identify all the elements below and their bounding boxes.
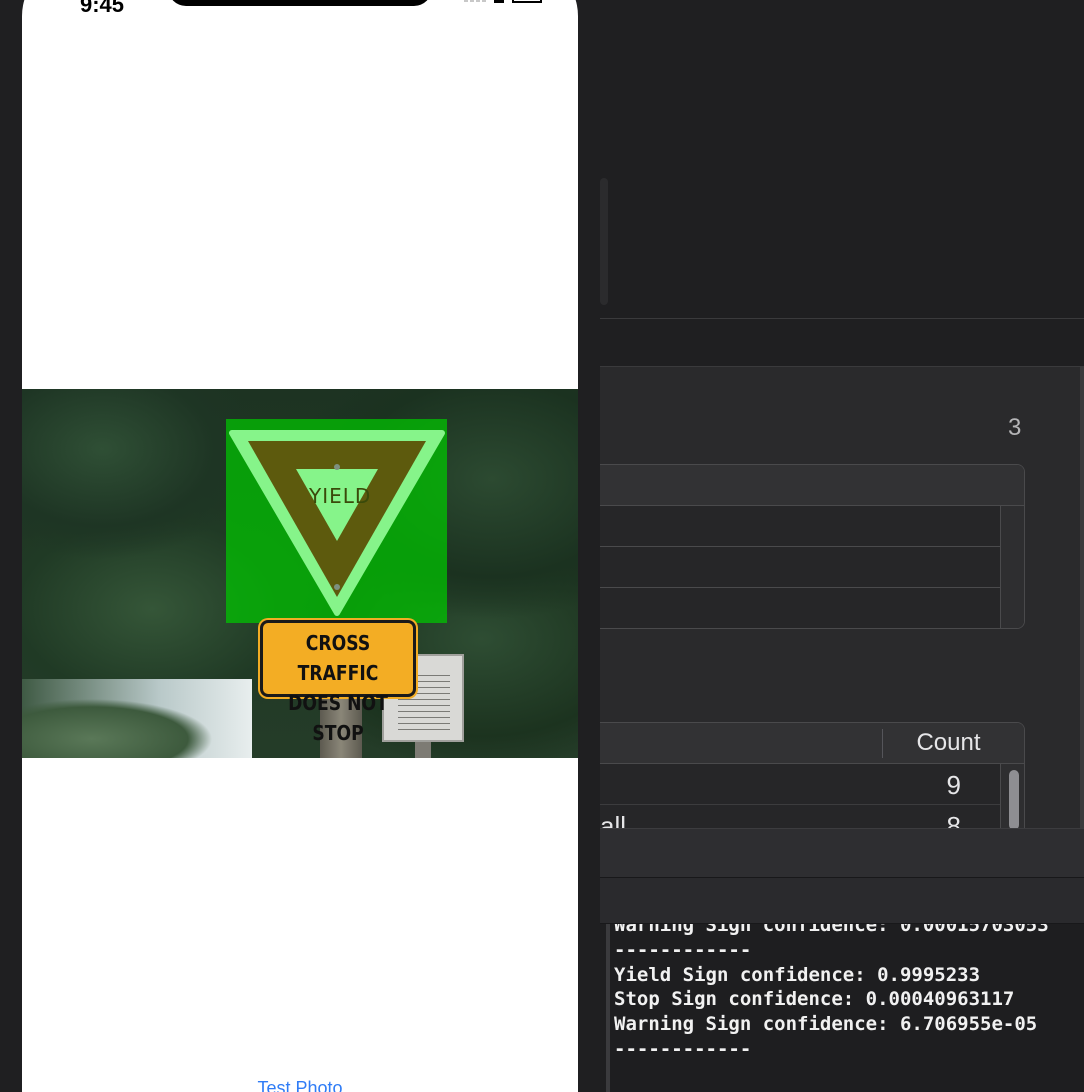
console-line: ------------ <box>614 938 752 961</box>
console-output: Warning Sign confidence: 0.00015703053 -… <box>614 924 1049 1062</box>
plate-line-2: DOES NOT STOP <box>288 691 388 745</box>
count-column-header[interactable]: Count <box>896 729 1001 757</box>
label-count-table: Count 9 all 8 <box>600 722 1025 842</box>
debug-filter-bar <box>600 878 1084 924</box>
plate-line-1: CROSS TRAFFIC <box>297 631 379 685</box>
table-header <box>600 465 1024 506</box>
vertical-scrollbar[interactable] <box>1000 506 1024 628</box>
scrollbar-thumb[interactable] <box>1009 770 1019 830</box>
divider <box>600 318 1084 319</box>
debug-toolbar <box>600 828 1084 878</box>
console-line: Warning Sign confidence: 6.706955e-05 <box>614 1013 1038 1036</box>
battery-icon <box>512 0 542 3</box>
console-line: Yield Sign confidence: 0.9995233 <box>614 963 981 986</box>
cross-traffic-plate: CROSS TRAFFIC DOES NOT STOP <box>260 620 416 745</box>
screen: 9:45 YIELD CROSS TRAFFIC DOES NOT STOP T… <box>0 0 1084 1092</box>
console-gutter <box>606 924 610 1092</box>
table-row[interactable]: 9 <box>600 764 1024 805</box>
status-icons <box>464 0 542 3</box>
console-line: ------------ <box>614 1037 752 1060</box>
status-time: 9:45 <box>80 0 125 17</box>
simulator-phone: 9:45 YIELD CROSS TRAFFIC DOES NOT STOP T… <box>22 0 578 1092</box>
classes-table <box>600 464 1025 629</box>
split-view-handle[interactable] <box>600 178 608 305</box>
background-sign-post <box>415 742 431 758</box>
table-row[interactable] <box>600 506 1000 547</box>
yield-sign-icon <box>229 430 445 616</box>
class-count-value: 3 <box>1008 414 1022 441</box>
wifi-icon <box>494 0 504 3</box>
analyzed-photo: YIELD CROSS TRAFFIC DOES NOT STOP <box>22 389 578 758</box>
yield-sign-label: YIELD <box>309 484 372 508</box>
bushes <box>22 699 222 758</box>
test-photo-button[interactable]: Test Photo <box>22 1078 578 1092</box>
table-row[interactable] <box>600 547 1000 588</box>
column-divider[interactable] <box>882 729 883 758</box>
notch <box>168 0 432 6</box>
row-count: 9 <box>946 770 961 800</box>
debug-console[interactable]: Warning Sign confidence: 0.00015703053 -… <box>600 924 1084 1092</box>
table-row[interactable] <box>600 588 1000 628</box>
table-header: Count <box>600 723 1024 764</box>
console-line: Stop Sign confidence: 0.00040963117 <box>614 988 1015 1011</box>
console-line: Warning Sign confidence: 0.00015703053 <box>614 924 1049 936</box>
cellular-signal-icon <box>464 0 486 2</box>
